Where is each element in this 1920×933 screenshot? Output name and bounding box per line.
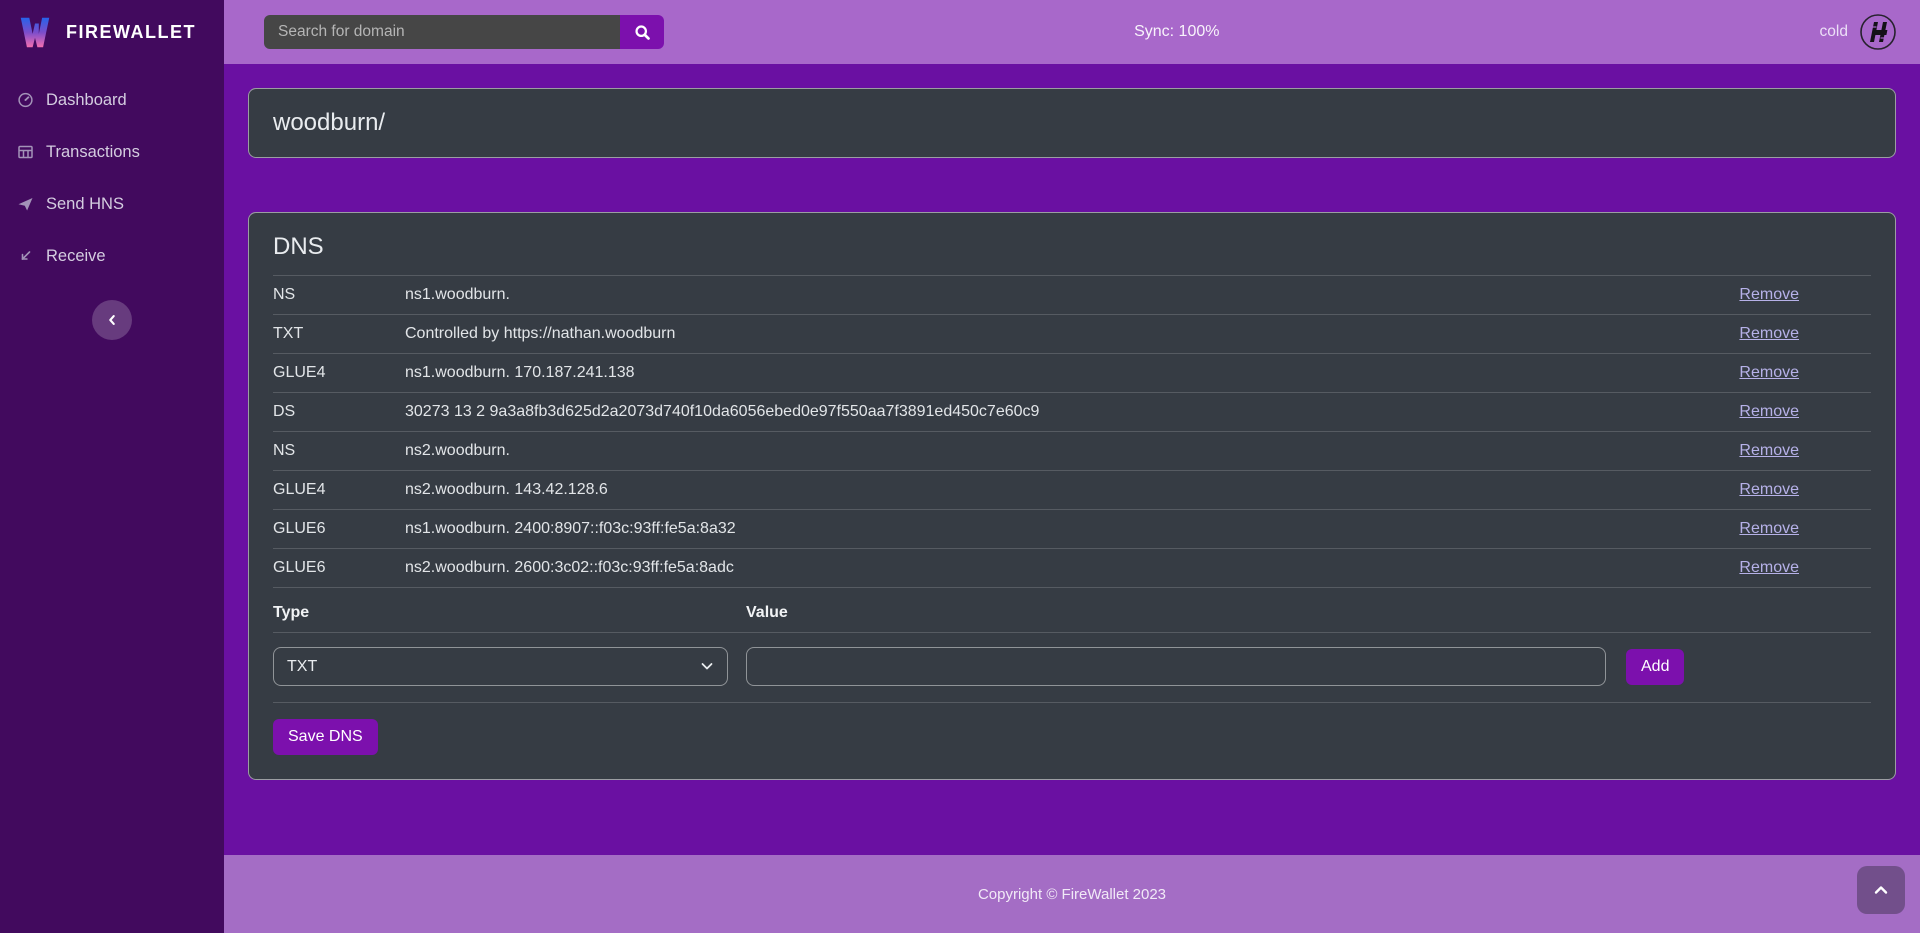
firewallet-logo-icon — [16, 13, 54, 51]
dashboard-gauge-icon — [17, 92, 35, 108]
sidebar-item-label: Transactions — [46, 143, 140, 162]
save-dns-button[interactable]: Save DNS — [273, 719, 378, 755]
search-button[interactable] — [620, 15, 664, 49]
sidebar-item-label: Receive — [46, 247, 106, 266]
record-value-cell: 30273 13 2 9a3a8fb3d625d2a2073d740f10da6… — [405, 393, 1701, 432]
paper-plane-icon — [17, 196, 35, 212]
dns-card: DNS NS ns1.woodburn. Remove TXT Controll… — [248, 212, 1896, 780]
sidebar-nav: Dashboard Transactions Send HNS — [0, 64, 224, 282]
type-column-header: Type — [273, 588, 746, 633]
chevron-up-icon — [1873, 884, 1889, 896]
handshake-logo-icon[interactable] — [1858, 12, 1898, 52]
sidebar-item-send-hns[interactable]: Send HNS — [0, 178, 224, 230]
table-icon — [17, 144, 35, 160]
scroll-to-top-button[interactable] — [1857, 866, 1905, 914]
record-value-cell: ns1.woodburn. — [405, 276, 1701, 315]
record-value-cell: ns2.woodburn. — [405, 432, 1701, 471]
record-value-cell: ns2.woodburn. 2600:3c02::f03c:93ff:fe5a:… — [405, 549, 1701, 588]
copyright-text: Copyright © FireWallet 2023 — [978, 886, 1166, 903]
table-row: TXT Controlled by https://nathan.woodbur… — [273, 315, 1871, 354]
dns-records-table: NS ns1.woodburn. Remove TXT Controlled b… — [273, 275, 1871, 588]
remove-link[interactable]: Remove — [1739, 364, 1799, 381]
remove-link[interactable]: Remove — [1739, 559, 1799, 576]
record-type-cell: GLUE6 — [273, 510, 405, 549]
sidebar-item-label: Send HNS — [46, 195, 124, 214]
sidebar-collapse-button[interactable] — [92, 300, 132, 340]
table-row: GLUE6 ns1.woodburn. 2400:8907::f03c:93ff… — [273, 510, 1871, 549]
record-type-cell: GLUE6 — [273, 549, 405, 588]
record-type-cell: NS — [273, 432, 405, 471]
record-value-cell: ns1.woodburn. 170.187.241.138 — [405, 354, 1701, 393]
record-type-select[interactable]: TXT — [273, 647, 728, 686]
sidebar-item-transactions[interactable]: Transactions — [0, 126, 224, 178]
sidebar-item-dashboard[interactable]: Dashboard — [0, 74, 224, 126]
sidebar-item-receive[interactable]: Receive — [0, 230, 224, 282]
record-value-cell: ns2.woodburn. 143.42.128.6 — [405, 471, 1701, 510]
record-type-cell: NS — [273, 276, 405, 315]
add-record-button[interactable]: Add — [1626, 649, 1684, 685]
wallet-status: cold — [1820, 12, 1898, 52]
table-row: GLUE6 ns2.woodburn. 2600:3c02::f03c:93ff… — [273, 549, 1871, 588]
add-record-form: Type Value TXT — [273, 588, 1871, 703]
sync-status: Sync: 100% — [1134, 23, 1349, 41]
remove-link[interactable]: Remove — [1739, 442, 1799, 459]
table-row: GLUE4 ns2.woodburn. 143.42.128.6 Remove — [273, 471, 1871, 510]
search-icon — [634, 24, 651, 41]
search-input[interactable] — [264, 15, 620, 49]
remove-link[interactable]: Remove — [1739, 403, 1799, 420]
record-type-cell: DS — [273, 393, 405, 432]
remove-link[interactable]: Remove — [1739, 520, 1799, 537]
record-value-cell: Controlled by https://nathan.woodburn — [405, 315, 1701, 354]
table-row: DS 30273 13 2 9a3a8fb3d625d2a2073d740f10… — [273, 393, 1871, 432]
record-value-input[interactable] — [746, 647, 1606, 686]
domain-search — [264, 15, 664, 49]
main-content: woodburn/ DNS NS ns1.woodburn. Remove TX… — [224, 64, 1920, 855]
value-column-header: Value — [746, 588, 1626, 633]
table-row: NS ns2.woodburn. Remove — [273, 432, 1871, 471]
brand-name: FIREWALLET — [66, 22, 196, 43]
sidebar-item-label: Dashboard — [46, 91, 127, 110]
dns-title: DNS — [273, 233, 1871, 261]
wallet-mode-label: cold — [1820, 23, 1848, 41]
remove-link[interactable]: Remove — [1739, 325, 1799, 342]
arrow-down-left-icon — [17, 248, 35, 264]
footer: Copyright © FireWallet 2023 — [224, 855, 1920, 933]
record-type-cell: TXT — [273, 315, 405, 354]
chevron-left-icon — [105, 313, 119, 327]
record-type-cell: GLUE4 — [273, 354, 405, 393]
sidebar: FIREWALLET Dashboard Tran — [0, 0, 224, 933]
remove-link[interactable]: Remove — [1739, 481, 1799, 498]
table-row: GLUE4 ns1.woodburn. 170.187.241.138 Remo… — [273, 354, 1871, 393]
brand-link[interactable]: FIREWALLET — [0, 0, 224, 64]
record-type-cell: GLUE4 — [273, 471, 405, 510]
table-row: NS ns1.woodburn. Remove — [273, 276, 1871, 315]
domain-title: woodburn/ — [273, 109, 1871, 137]
record-value-cell: ns1.woodburn. 2400:8907::f03c:93ff:fe5a:… — [405, 510, 1701, 549]
remove-link[interactable]: Remove — [1739, 286, 1799, 303]
domain-card: woodburn/ — [248, 88, 1896, 158]
topbar: Sync: 100% cold — [224, 0, 1920, 64]
